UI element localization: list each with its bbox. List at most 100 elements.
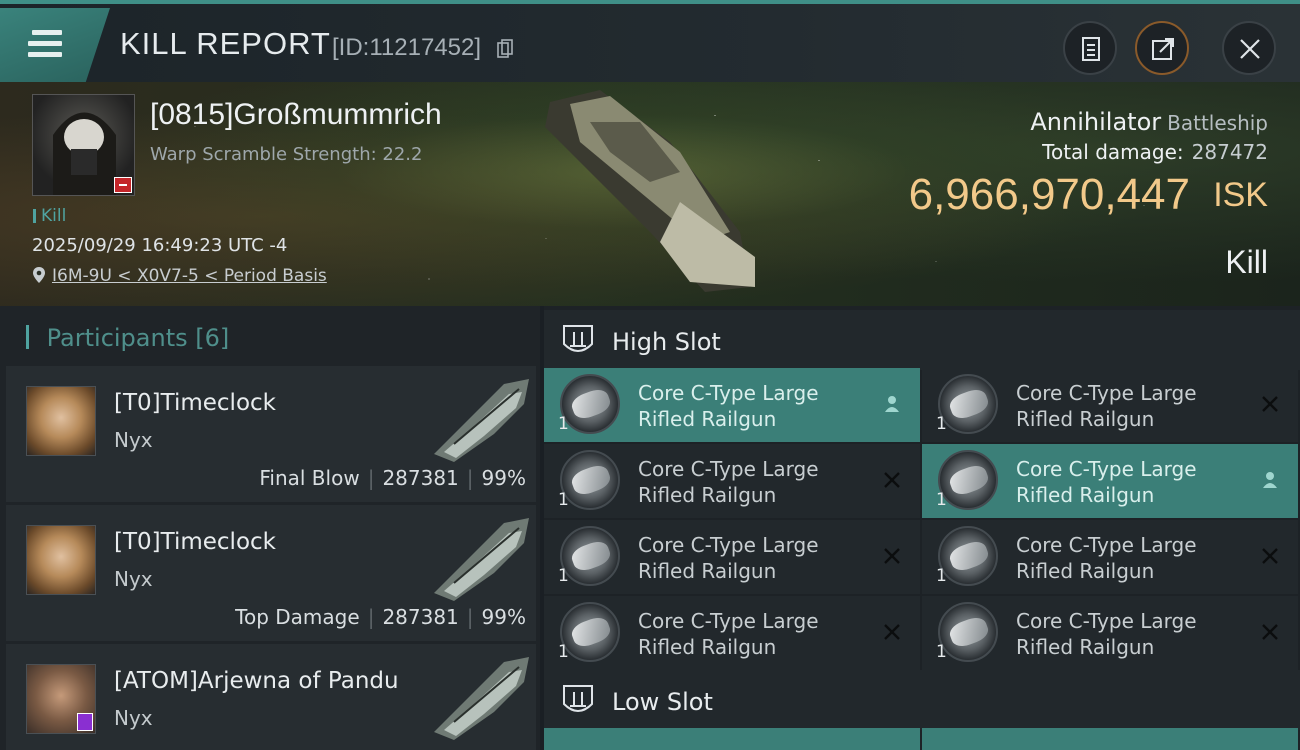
participant-ship-image	[434, 657, 529, 740]
participant-percent: 99%	[481, 466, 526, 490]
module-name: Core C-Type Large Rifled Railgun	[638, 609, 819, 659]
module-item[interactable]: 1 Core C-Type Large Rifled Railgun	[544, 520, 920, 594]
total-damage-value: 287472	[1191, 140, 1268, 164]
x-icon	[884, 548, 900, 564]
participants-title: Participants	[46, 324, 188, 352]
victim-ship-type: Annihilator Battleship	[1030, 108, 1268, 136]
kill-tag: Kill	[33, 206, 66, 226]
railgun-icon	[938, 602, 998, 662]
module-quantity: 1	[936, 414, 947, 434]
module-quantity: 1	[936, 566, 947, 586]
participant-percent: 99%	[481, 605, 526, 629]
participant-ship: Nyx	[114, 567, 153, 591]
participant-role: Final Blow	[259, 466, 360, 490]
module-quantity: 1	[558, 642, 569, 662]
module-name: Core C-Type Large Rifled Railgun	[638, 457, 819, 507]
copy-icon[interactable]	[497, 39, 513, 59]
participant-avatar	[26, 386, 96, 456]
slot-shield-icon	[563, 685, 593, 712]
person-icon	[1263, 472, 1277, 488]
participant-avatar	[26, 664, 96, 734]
menu-button[interactable]	[0, 8, 110, 82]
slot-shield-icon	[563, 325, 593, 352]
page-title: KILL REPORT	[120, 26, 331, 61]
close-icon	[1240, 39, 1260, 59]
isk-unit: ISK	[1213, 176, 1268, 214]
close-button[interactable]	[1222, 21, 1276, 75]
module-quantity: 1	[936, 642, 947, 662]
module-item[interactable]	[922, 728, 1298, 750]
victim-ship-image	[545, 90, 755, 292]
x-icon	[884, 624, 900, 640]
kill-result-label: Kill	[1225, 244, 1268, 280]
share-button[interactable]	[1135, 21, 1189, 75]
participant-row[interactable]: [T0]Timeclock Nyx Final Blow | 287381 | 99%	[6, 366, 536, 502]
railgun-icon	[938, 450, 998, 510]
railgun-icon	[560, 374, 620, 434]
participant-avatar	[26, 525, 96, 595]
module-item[interactable]: 1 Core C-Type Large Rifled Railgun	[922, 520, 1298, 594]
location-pin-icon	[33, 267, 45, 283]
victim-portrait[interactable]	[32, 94, 135, 196]
participants-header: Participants [6]	[26, 324, 230, 352]
x-icon	[884, 472, 900, 488]
participant-role: Top Damage	[235, 605, 360, 629]
module-quantity: 1	[558, 490, 569, 510]
participant-row[interactable]: [ATOM]Arjewna of Pandu Nyx	[6, 644, 536, 750]
participant-ship-image	[434, 379, 529, 462]
kill-summary-banner: Kill [0815]Großmummrich Warp Scramble St…	[0, 82, 1300, 306]
module-quantity: 1	[936, 490, 947, 510]
module-quantity: 1	[558, 414, 569, 434]
total-damage-label: Total damage:	[1042, 140, 1184, 164]
participant-name: [T0]Timeclock	[114, 529, 276, 555]
role-badge	[77, 713, 93, 731]
kill-location[interactable]: I6M-9U < X0V7-5 < Period Basis	[32, 266, 327, 286]
participant-name: [ATOM]Arjewna of Pandu	[114, 668, 399, 694]
participant-stats: Final Blow | 287381 | 99%	[259, 466, 526, 490]
clipboard-icon	[1082, 37, 1100, 61]
module-name: Core C-Type Large Rifled Railgun	[1016, 609, 1197, 659]
participant-stats: Top Damage | 287381 | 99%	[235, 605, 526, 629]
high-slot-label: High Slot	[612, 328, 721, 356]
railgun-icon	[938, 374, 998, 434]
participants-list: [T0]Timeclock Nyx Final Blow | 287381 | 99% …	[6, 366, 536, 750]
participant-name: [T0]Timeclock	[114, 390, 276, 416]
railgun-icon	[560, 526, 620, 586]
low-slot-label: Low Slot	[612, 688, 713, 716]
participant-damage: 287381	[382, 605, 459, 629]
participants-count: [6]	[195, 324, 230, 352]
participant-row[interactable]: [T0]Timeclock Nyx Top Damage | 287381 | 99%	[6, 505, 536, 641]
low-slot-header: Low Slot	[544, 670, 1300, 730]
module-item[interactable]: 1 Core C-Type Large Rifled Railgun	[544, 368, 920, 442]
module-name: Core C-Type Large Rifled Railgun	[1016, 533, 1197, 583]
module-item[interactable]: 1 Core C-Type Large Rifled Railgun	[544, 596, 920, 670]
participant-ship: Nyx	[114, 706, 153, 730]
fitting-panel: High Slot 1 Core C-Type Large Rifled Rai…	[544, 306, 1300, 750]
participant-ship: Nyx	[114, 428, 153, 452]
location-link[interactable]: I6M-9U < X0V7-5 < Period Basis	[52, 266, 327, 286]
high-slot-header: High Slot	[544, 310, 1300, 370]
module-item[interactable]: 1 Core C-Type Large Rifled Railgun	[922, 444, 1298, 518]
victim-name[interactable]: [0815]Großmummrich	[150, 98, 442, 132]
module-item[interactable]: 1 Core C-Type Large Rifled Railgun	[544, 444, 920, 518]
module-quantity: 1	[558, 566, 569, 586]
total-damage: Total damage: 287472	[1042, 140, 1268, 164]
participants-panel: Participants [6] [T0]Timeclock Nyx Final…	[0, 306, 540, 750]
railgun-icon	[560, 602, 620, 662]
clipboard-button[interactable]	[1063, 21, 1117, 75]
victim-ship-class: Battleship	[1167, 111, 1268, 135]
x-icon	[1262, 548, 1278, 564]
header-bar: KILL REPORT [ID:11217452]	[0, 0, 1300, 82]
victim-ship-name: Annihilator	[1030, 108, 1162, 136]
module-item[interactable]	[544, 728, 920, 750]
module-item[interactable]: 1 Core C-Type Large Rifled Railgun	[922, 368, 1298, 442]
module-item[interactable]: 1 Core C-Type Large Rifled Railgun	[922, 596, 1298, 670]
share-icon	[1152, 38, 1174, 60]
x-icon	[1262, 624, 1278, 640]
isk-value: 6,966,970,447	[908, 170, 1190, 219]
railgun-icon	[560, 450, 620, 510]
module-name: Core C-Type Large Rifled Railgun	[1016, 381, 1197, 431]
warp-scramble-strength: Warp Scramble Strength: 22.2	[150, 144, 423, 165]
kill-datetime: 2025/09/29 16:49:23 UTC -4	[32, 235, 288, 256]
module-name: Core C-Type Large Rifled Railgun	[1016, 457, 1197, 507]
